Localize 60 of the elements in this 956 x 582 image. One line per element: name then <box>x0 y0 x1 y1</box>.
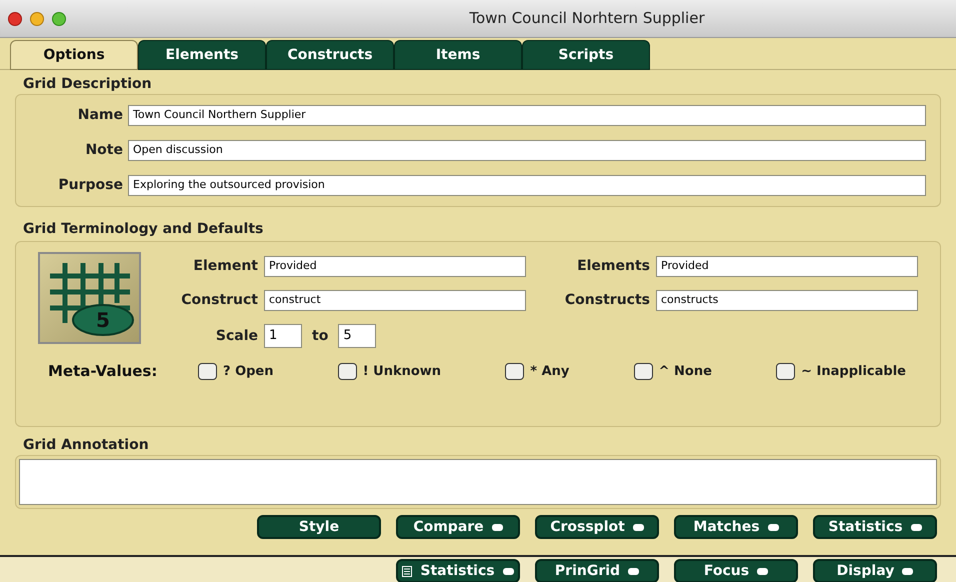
menu-indicator-icon <box>910 524 922 530</box>
checkbox[interactable] <box>634 362 653 380</box>
text-field[interactable]: Provided <box>264 256 526 277</box>
menu-button[interactable]: Crossplot <box>535 515 659 539</box>
checkbox-label: ? Open <box>223 362 274 380</box>
checkbox[interactable] <box>505 362 524 380</box>
menu-button[interactable]: Style <box>257 515 381 539</box>
tab[interactable]: Scripts <box>522 40 650 70</box>
list-icon <box>402 566 412 576</box>
text-field[interactable]: constructs <box>656 290 918 311</box>
section-heading: Grid Annotation <box>22 436 150 455</box>
text-field[interactable]: 1 <box>264 324 302 348</box>
field-label: Name <box>76 106 123 125</box>
minimize-icon[interactable] <box>30 12 44 26</box>
checkbox[interactable] <box>198 362 217 380</box>
text-field[interactable]: 5 <box>338 324 376 348</box>
meta-values-label: Meta-Values: <box>48 361 158 382</box>
tab[interactable]: Items <box>394 40 522 70</box>
window-title: Town Council Norhtern Supplier <box>469 8 705 30</box>
menu-button[interactable]: Statistics <box>396 559 520 582</box>
menu-indicator-icon <box>628 568 640 574</box>
menu-button[interactable]: Statistics <box>813 515 937 539</box>
tab[interactable]: Elements <box>138 40 266 70</box>
field-label: Construct <box>180 291 259 310</box>
menu-indicator-icon <box>632 524 644 530</box>
field-label: to <box>311 326 330 346</box>
checkbox[interactable] <box>338 362 357 380</box>
field-label: Element <box>192 257 259 276</box>
tab[interactable]: Constructs <box>266 40 394 70</box>
text-field[interactable]: Exploring the outsourced provision <box>128 175 926 196</box>
checkbox-label: ! Unknown <box>362 362 442 380</box>
menu-indicator-icon <box>768 524 779 530</box>
section-heading: Grid Description <box>22 75 153 94</box>
menu-indicator-icon <box>492 524 503 530</box>
text-field[interactable]: Town Council Northern Supplier <box>128 105 926 126</box>
field-label: Note <box>84 141 123 160</box>
field-label: Elements <box>576 257 651 276</box>
menu-indicator-icon <box>902 568 914 574</box>
checkbox-label: ~ Inapplicable <box>801 362 906 380</box>
menu-button[interactable]: Compare <box>396 515 520 539</box>
grid-logo-icon: 5 <box>38 252 141 344</box>
menu-indicator-icon <box>757 568 768 574</box>
text-field[interactable]: Open discussion <box>128 140 926 161</box>
menu-button[interactable]: PrinGrid <box>535 559 659 582</box>
field-label: Purpose <box>57 176 123 195</box>
text-field[interactable]: construct <box>264 290 526 311</box>
menu-indicator-icon <box>502 568 514 574</box>
field-label: Constructs <box>564 291 651 310</box>
menu-button[interactable]: Display <box>813 559 937 582</box>
checkbox-label: ^ None <box>658 362 712 380</box>
zoom-icon[interactable] <box>52 12 66 26</box>
checkbox[interactable] <box>776 362 796 380</box>
checkbox-label: * Any <box>530 362 570 380</box>
close-icon[interactable] <box>8 12 22 26</box>
field-label: Scale <box>214 326 258 346</box>
menu-button[interactable]: Focus <box>674 559 798 582</box>
text-field[interactable]: Provided <box>656 256 918 277</box>
tab[interactable]: Options <box>10 40 138 70</box>
section-heading: Grid Terminology and Defaults <box>22 220 264 239</box>
menu-button[interactable]: Matches <box>674 515 798 539</box>
